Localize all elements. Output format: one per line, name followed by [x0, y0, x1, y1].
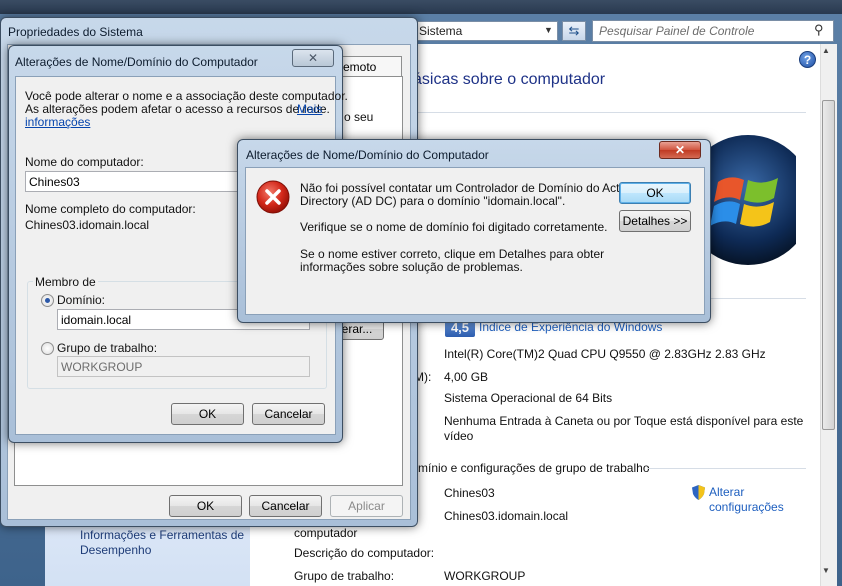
workgroup-value: WORKGROUP	[61, 360, 143, 374]
error-ok-button[interactable]: OK	[619, 182, 691, 204]
tab-body-text: o seu	[344, 110, 374, 124]
error-message-4: Se o nome estiver correto, clique em Det…	[300, 247, 605, 261]
workgroup-value: WORKGROUP	[444, 569, 526, 583]
divider	[413, 112, 806, 113]
apply-button[interactable]: Aplicar	[330, 495, 403, 517]
intro-text-2: As alterações podem afetar o acesso a re…	[25, 102, 330, 116]
change-settings-link[interactable]: Alterar configurações	[709, 485, 784, 515]
error-dialog-title: Alterações de Nome/Domínio do Computador	[246, 148, 489, 162]
pen-touch-value: Nenhuma Entrada à Caneta ou por Toque es…	[444, 414, 804, 428]
domain-value: idomain.local	[61, 313, 132, 327]
computer-name-value: Chines03	[444, 486, 495, 500]
scroll-down-arrow[interactable]: ▼	[822, 566, 830, 575]
full-name-value: Chines03.idomain.local	[444, 509, 569, 523]
more-info-link-2[interactable]: informações	[25, 115, 90, 129]
system-type-value: Sistema Operacional de 64 Bits	[444, 391, 613, 405]
full-name-label: computador	[294, 526, 358, 540]
address-text: Sistema	[419, 24, 463, 38]
processor-value: Intel(R) Core(TM)2 Quad CPU Q9550 @ 2.83…	[444, 347, 766, 361]
workgroup-radio[interactable]	[41, 342, 54, 355]
cancel-button[interactable]: Cancelar	[252, 403, 325, 425]
close-icon: ✕	[307, 51, 319, 65]
shield-icon	[692, 485, 705, 500]
error-message-5: informações sobre solução de problemas.	[300, 260, 523, 274]
search-input[interactable]: Pesquisar Painel de Controle	[592, 20, 834, 42]
ok-button[interactable]: OK	[171, 403, 244, 425]
error-message-1: Não foi possível contatar um Controlador…	[300, 181, 635, 195]
change-settings-line1: Alterar	[709, 485, 745, 499]
scrollbar-thumb[interactable]	[822, 100, 835, 430]
workgroup-input[interactable]: WORKGROUP	[57, 356, 310, 377]
workgroup-label: Grupo de trabalho:	[294, 569, 395, 583]
ok-button[interactable]: OK	[169, 495, 242, 517]
windows-logo	[700, 135, 796, 265]
description-label: Descrição do computador:	[294, 546, 435, 560]
system-properties-title: Propriedades do Sistema	[8, 25, 143, 39]
refresh-button[interactable]: ⇆	[562, 21, 586, 41]
search-icon[interactable]: ⚲	[814, 22, 824, 38]
full-name-label: Nome completo do computador:	[25, 202, 196, 216]
tab-remote[interactable]: emoto	[338, 56, 402, 76]
section-heading: mínio e configurações de grupo de trabal…	[418, 461, 650, 475]
name-change-title: Alterações de Nome/Domínio do Computador	[15, 55, 258, 69]
divider	[700, 298, 806, 299]
close-icon: ✕	[674, 143, 686, 157]
memory-value: 4,00 GB	[444, 370, 489, 384]
computer-name-value: Chines03	[29, 175, 80, 189]
full-name-value: Chines03.idomain.local	[25, 218, 150, 232]
domain-radio[interactable]	[41, 294, 54, 307]
sidebar-link-line1: Informações e Ferramentas de	[80, 528, 245, 542]
help-icon[interactable]: ?	[799, 51, 816, 68]
workgroup-label: Grupo de trabalho:	[57, 341, 158, 355]
intro-text-1: Você pode alterar o nome e a associação …	[25, 89, 348, 103]
details-button[interactable]: Detalhes >>	[619, 210, 691, 232]
computer-name-input[interactable]: Chines03	[25, 171, 238, 192]
computer-name-label: Nome do computador:	[25, 155, 144, 169]
refresh-icon: ⇆	[568, 23, 580, 38]
tab-remote-label: emoto	[343, 60, 377, 74]
close-button[interactable]: ✕	[659, 141, 701, 159]
close-button[interactable]: ✕	[292, 49, 334, 67]
page-title: ásicas sobre o computador	[413, 71, 606, 88]
sidebar-item-performance[interactable]: Informações e Ferramentas de Desempenho	[80, 528, 244, 558]
change-settings-line2: configurações	[709, 500, 784, 514]
sidebar-link-line2: Desempenho	[80, 543, 152, 557]
cancel-button[interactable]: Cancelar	[249, 495, 322, 517]
address-bar[interactable]: Sistema	[400, 21, 558, 41]
domain-label: Domínio:	[57, 293, 106, 307]
chevron-down-icon[interactable]: ▼	[544, 25, 553, 35]
search-placeholder: Pesquisar Painel de Controle	[599, 24, 755, 38]
error-message-2: Directory (AD DC) para o domínio "idomai…	[300, 194, 566, 208]
error-message-3: Verifique se o nome de domínio foi digit…	[300, 220, 608, 234]
more-info-link[interactable]: Mais	[297, 102, 322, 116]
pen-touch-value-2: vídeo	[444, 429, 474, 443]
error-icon	[256, 180, 290, 214]
scroll-up-arrow[interactable]: ▲	[822, 46, 830, 55]
divider	[648, 468, 806, 469]
member-of-label: Membro de	[33, 275, 98, 289]
